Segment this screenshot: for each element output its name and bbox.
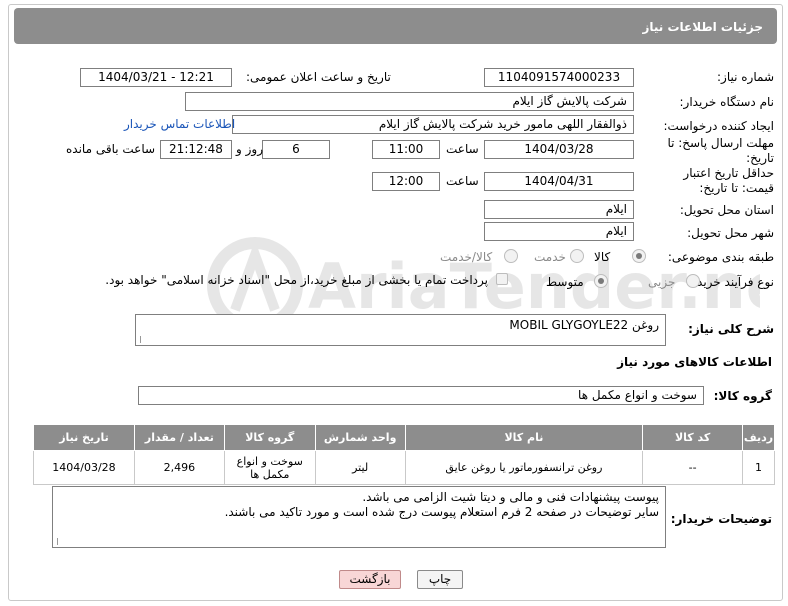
days-field: 6 xyxy=(262,140,330,159)
province-label: استان محل تحویل: xyxy=(679,203,774,217)
category-goods-service-radio[interactable] xyxy=(504,249,518,263)
deadline-time-field: 11:00 xyxy=(372,140,440,159)
announce-label: تاریخ و ساعت اعلان عمومی: xyxy=(246,70,391,84)
back-button[interactable]: بازگشت xyxy=(339,570,401,589)
buyer-notes-label: توضیحات خریدار: xyxy=(670,512,772,526)
treasury-note: پرداخت تمام یا بخشی از مبلغ خرید،از محل … xyxy=(105,273,488,287)
announce-field: 1404/03/21 - 12:21 xyxy=(80,68,232,87)
buyer-notes-line-1: پیوست پیشنهادات فنی و مالی و دیتا شیت ال… xyxy=(362,490,659,504)
col-goods-name: نام کالا xyxy=(404,424,644,451)
validity-time-field: 12:00 xyxy=(372,172,440,191)
print-button[interactable]: چاپ xyxy=(417,570,463,589)
category-label: طبقه بندی موضوعی: xyxy=(667,250,774,264)
validity-date-field: 1404/04/31 xyxy=(484,172,634,191)
validity-label: حداقل تاریخ اعتبار قیمت: تا تاریخ: xyxy=(683,166,774,195)
cell-goods-name: روغن ترانسفورماتور یا روغن عایق xyxy=(404,450,644,485)
cell-unit: لیتر xyxy=(314,450,406,485)
remaining-label: ساعت باقی مانده xyxy=(66,142,156,156)
goods-group-field: سوخت و انواع مکمل ها xyxy=(138,386,704,405)
buyer-org-field: شرکت پالایش گاز ایلام xyxy=(185,92,634,111)
buyer-contact-link[interactable]: اطلاعات تماس خریدار xyxy=(124,117,235,131)
category-service-radio[interactable] xyxy=(570,249,584,263)
goods-table: ردیف کد کالا نام کالا واحد شمارش گروه کا… xyxy=(33,424,775,485)
cell-quantity: 2,496 xyxy=(133,450,225,485)
city-field: ایلام xyxy=(484,222,634,241)
page-title: جزئیات اطلاعات نیاز xyxy=(14,8,777,44)
remaining-time-field: 21:12:48 xyxy=(160,140,232,159)
buyer-notes-field: پیوست پیشنهادات فنی و مالی و دیتا شیت ال… xyxy=(52,486,666,548)
need-number-label: شماره نیاز: xyxy=(717,70,774,84)
validity-time-label: ساعت xyxy=(446,174,479,188)
need-number-field: 1104091574000233 xyxy=(484,68,634,87)
buyer-org-label: نام دستگاه خریدار: xyxy=(679,95,775,109)
deadline-label: مهلت ارسال پاسخ: تا تاریخ: xyxy=(667,136,774,165)
creator-field: ذوالفقار اللهی مامور خرید شرکت پالایش گا… xyxy=(232,115,634,134)
cell-goods-code: -- xyxy=(642,450,744,485)
col-goods-group: گروه کالا xyxy=(223,424,316,451)
buyer-notes-line-2: سایر توضیحات در صفحه 2 فرم استعلام پیوست… xyxy=(224,505,659,519)
process-medium-label: متوسط xyxy=(546,275,584,289)
category-service-label: خدمت xyxy=(534,250,566,264)
col-need-date: تاریخ نیاز xyxy=(33,424,135,451)
province-field: ایلام xyxy=(484,200,634,219)
deadline-date-field: 1404/03/28 xyxy=(484,140,634,159)
creator-label: ایجاد کننده درخواست: xyxy=(663,119,774,133)
col-goods-code: کد کالا xyxy=(642,424,744,451)
treasury-checkbox[interactable] xyxy=(496,273,508,285)
goods-group-label: گروه کالا: xyxy=(713,389,772,403)
category-goods-radio[interactable] xyxy=(632,249,646,263)
cell-row-number: 1 xyxy=(742,450,775,485)
days-label: روز و xyxy=(236,142,263,156)
process-minor-label: جزیی xyxy=(648,275,676,289)
goods-info-title: اطلاعات کالاهای مورد نیاز xyxy=(617,355,772,369)
cell-need-date: 1404/03/28 xyxy=(33,450,135,485)
process-medium-radio[interactable] xyxy=(594,274,608,288)
description-field: روغن MOBIL GLYGOYLE22 xyxy=(135,314,666,346)
category-goods-service-label: کالا/خدمت xyxy=(440,250,493,264)
col-quantity: تعداد / مقدار xyxy=(133,424,225,451)
deadline-time-label: ساعت xyxy=(446,142,479,156)
col-unit: واحد شمارش xyxy=(314,424,406,451)
col-row-number: ردیف xyxy=(742,424,775,451)
process-label: نوع فرآیند خرید : xyxy=(689,275,774,289)
description-label: شرح کلی نیاز: xyxy=(688,322,774,336)
cell-goods-group: سوخت و انواع مکمل ها xyxy=(223,450,316,485)
process-minor-radio[interactable] xyxy=(686,274,700,288)
table-row: 1 -- روغن ترانسفورماتور یا روغن عایق لیت… xyxy=(33,450,775,485)
table-header-row: ردیف کد کالا نام کالا واحد شمارش گروه کا… xyxy=(33,424,775,451)
category-goods-label: کالا xyxy=(594,250,611,264)
city-label: شهر محل تحویل: xyxy=(687,226,774,240)
description-text: روغن MOBIL GLYGOYLE22 xyxy=(509,318,659,332)
